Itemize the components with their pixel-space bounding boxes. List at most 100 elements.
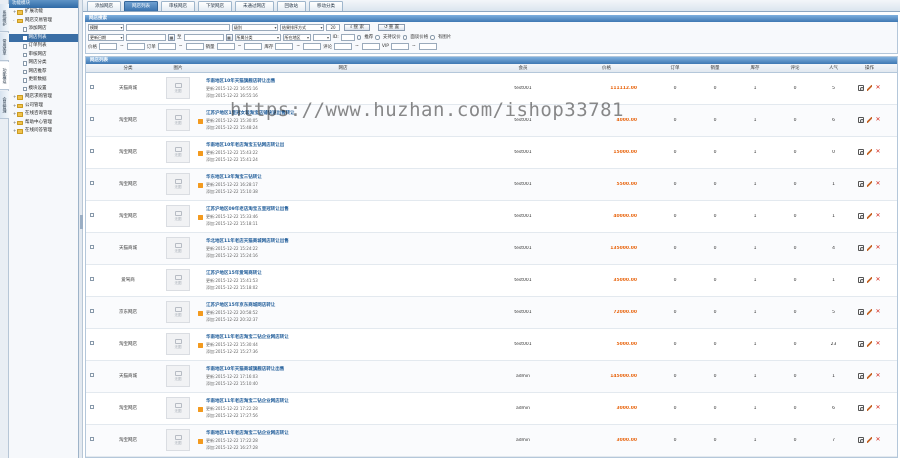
date-to-input[interactable] bbox=[183, 33, 224, 41]
member-cell[interactable]: test001 bbox=[488, 342, 558, 347]
edit-icon[interactable] bbox=[866, 373, 873, 379]
thumbnail-placeholder[interactable]: 无图 bbox=[166, 429, 190, 451]
area-select[interactable]: 所在地区 bbox=[282, 33, 311, 41]
member-cell[interactable]: admin bbox=[488, 438, 558, 443]
stock-max-input[interactable] bbox=[303, 43, 322, 51]
edit-icon[interactable] bbox=[866, 245, 873, 251]
top-tab[interactable]: 移动分类 bbox=[309, 1, 343, 11]
delete-icon[interactable]: ✕ bbox=[875, 277, 881, 283]
table-row[interactable]: 京东网店 无图 江苏沪地区15年京东商城网店转让 更新:2015-12-22 20:5… bbox=[86, 296, 897, 329]
member-cell[interactable]: test001 bbox=[488, 118, 558, 123]
member-cell[interactable]: admin bbox=[488, 406, 558, 411]
comment-max-input[interactable] bbox=[361, 43, 380, 51]
recommend-checkbox[interactable] bbox=[356, 35, 362, 40]
page-size-input[interactable]: 20 bbox=[326, 24, 340, 32]
member-cell[interactable]: test001 bbox=[488, 150, 558, 155]
header-popularity[interactable]: 人气 bbox=[815, 65, 852, 71]
sidebar-item[interactable]: + 扩展功能 bbox=[9, 8, 78, 17]
edit-icon[interactable] bbox=[866, 85, 873, 91]
collapse-icon[interactable]: - bbox=[13, 17, 16, 26]
delete-icon[interactable]: ✕ bbox=[875, 373, 881, 379]
expand-icon[interactable]: + bbox=[13, 8, 16, 17]
sidebar-item[interactable]: + 公司管理 bbox=[9, 102, 78, 111]
calendar-icon[interactable]: ▦ bbox=[168, 33, 175, 41]
edit-icon[interactable] bbox=[866, 149, 873, 155]
expand-icon[interactable]: + bbox=[13, 93, 16, 102]
shop-title-link[interactable]: 华南地区11年老店淘宝二钻企业网店转让 bbox=[206, 334, 289, 341]
sales-min-input[interactable] bbox=[216, 43, 235, 51]
top-tab[interactable]: 审核网店 bbox=[161, 1, 195, 11]
sidebar-item[interactable]: + 在线问答管理 bbox=[9, 127, 78, 136]
view-icon[interactable] bbox=[858, 149, 864, 155]
shop-title-link[interactable]: 江苏沪地区1皇冠女装淘宝店铺快速出售转让 bbox=[206, 110, 295, 117]
member-cell[interactable]: test001 bbox=[488, 246, 558, 251]
shop-title-link[interactable]: 江苏沪地区15年京东商城网店转让 bbox=[206, 302, 275, 309]
thumbnail-placeholder[interactable]: 无图 bbox=[166, 365, 190, 387]
edit-icon[interactable] bbox=[866, 181, 873, 187]
shop-title-link[interactable]: 华南地区10年天猫旗舰店转让出售 bbox=[206, 78, 275, 85]
sidebar-item[interactable]: 网店推荐 bbox=[9, 68, 78, 77]
row-checkbox[interactable] bbox=[89, 212, 95, 218]
bargain-checkbox[interactable] bbox=[375, 35, 380, 40]
expand-icon[interactable]: + bbox=[13, 102, 16, 111]
header-comments[interactable]: 评论 bbox=[775, 65, 815, 71]
delete-icon[interactable]: ✕ bbox=[875, 85, 881, 91]
comment-min-input[interactable] bbox=[334, 43, 353, 51]
vip-max-input[interactable] bbox=[418, 43, 437, 51]
delete-icon[interactable]: ✕ bbox=[875, 309, 881, 315]
shop-title-link[interactable]: 华北地区11年老店天猫商城网店转让出售 bbox=[206, 238, 289, 245]
table-row[interactable]: 天猫商城 无图 华北地区11年老店天猫商城网店转让出售 更新:2015-12-22 1… bbox=[86, 232, 897, 265]
table-row[interactable]: 天猫商城 无图 华南地区10年天猫旗舰店转让出售 更新:2015-12-22 16:5… bbox=[86, 73, 897, 105]
row-checkbox[interactable] bbox=[89, 116, 95, 122]
delete-icon[interactable]: ✕ bbox=[875, 213, 881, 219]
row-checkbox[interactable] bbox=[89, 404, 95, 410]
vertical-tab[interactable]: 常用菜单 bbox=[0, 33, 9, 61]
row-checkbox[interactable] bbox=[89, 148, 95, 154]
vip-min-input[interactable] bbox=[391, 43, 410, 51]
top-tab[interactable]: 回收站 bbox=[276, 1, 306, 11]
top-tab[interactable]: 添加网店 bbox=[87, 1, 121, 11]
view-icon[interactable] bbox=[858, 309, 864, 315]
member-cell[interactable]: test001 bbox=[488, 214, 558, 219]
header-sales[interactable]: 销量 bbox=[695, 65, 735, 71]
has-image-checkbox[interactable] bbox=[430, 35, 435, 40]
edit-icon[interactable] bbox=[866, 437, 873, 443]
sales-max-input[interactable] bbox=[244, 43, 263, 51]
edit-icon[interactable] bbox=[866, 117, 873, 123]
sidebar-item[interactable]: + 网店求购管理 bbox=[9, 93, 78, 102]
thumbnail-placeholder[interactable]: 无图 bbox=[166, 397, 190, 419]
row-checkbox[interactable] bbox=[89, 436, 95, 442]
table-row[interactable]: 淘宝网店 无图 华南地区11年老店淘宝二钻企业网店转让 更新:2015-12-22 1… bbox=[86, 393, 897, 425]
thumbnail-placeholder[interactable]: 无图 bbox=[166, 301, 190, 323]
view-icon[interactable] bbox=[858, 181, 864, 187]
row-checkbox[interactable] bbox=[89, 308, 95, 314]
search-button[interactable]: ⌕ 搜 索 bbox=[344, 24, 370, 32]
table-row[interactable]: 淘宝网店 无图 江苏沪地区1皇冠女装淘宝店铺快速出售转让 更新:2015-12-22 … bbox=[86, 104, 897, 137]
vertical-tab[interactable]: 系统维护 bbox=[0, 4, 9, 32]
row-checkbox[interactable] bbox=[89, 340, 95, 346]
row-checkbox[interactable] bbox=[89, 276, 95, 282]
thumbnail-placeholder[interactable]: 无图 bbox=[166, 77, 190, 99]
price-min-input[interactable] bbox=[99, 43, 117, 51]
view-icon[interactable] bbox=[858, 341, 864, 347]
row-checkbox[interactable] bbox=[89, 84, 95, 90]
expand-icon[interactable]: + bbox=[13, 127, 16, 136]
table-row[interactable]: 淘宝网店 无图 华南地区11年老店淘宝二钻企业网店转让 更新:2015-12-22 1… bbox=[86, 424, 897, 457]
view-icon[interactable] bbox=[858, 213, 864, 219]
sidebar-item[interactable]: - 网店交易管理 bbox=[9, 17, 78, 26]
view-icon[interactable] bbox=[858, 245, 864, 251]
level-select[interactable]: 级别 bbox=[232, 24, 278, 32]
edit-icon[interactable] bbox=[866, 405, 873, 411]
keyword-input[interactable] bbox=[126, 24, 230, 32]
sidebar-item[interactable]: 网店列表 bbox=[9, 33, 78, 42]
member-cell[interactable]: test001 bbox=[488, 182, 558, 187]
delete-icon[interactable]: ✕ bbox=[875, 437, 881, 443]
table-row[interactable]: 淘宝网店 无图 华东地区13年淘宝三钻转让 更新:2015-12-22 16:28:1… bbox=[86, 168, 897, 201]
delete-icon[interactable]: ✕ bbox=[875, 245, 881, 251]
sidebar-item[interactable]: + 在线咨询管理 bbox=[9, 110, 78, 119]
sidebar-item[interactable]: 审核网店 bbox=[9, 51, 78, 60]
view-icon[interactable] bbox=[858, 373, 864, 379]
view-icon[interactable] bbox=[858, 437, 864, 443]
edit-icon[interactable] bbox=[866, 213, 873, 219]
delete-icon[interactable]: ✕ bbox=[875, 405, 881, 411]
